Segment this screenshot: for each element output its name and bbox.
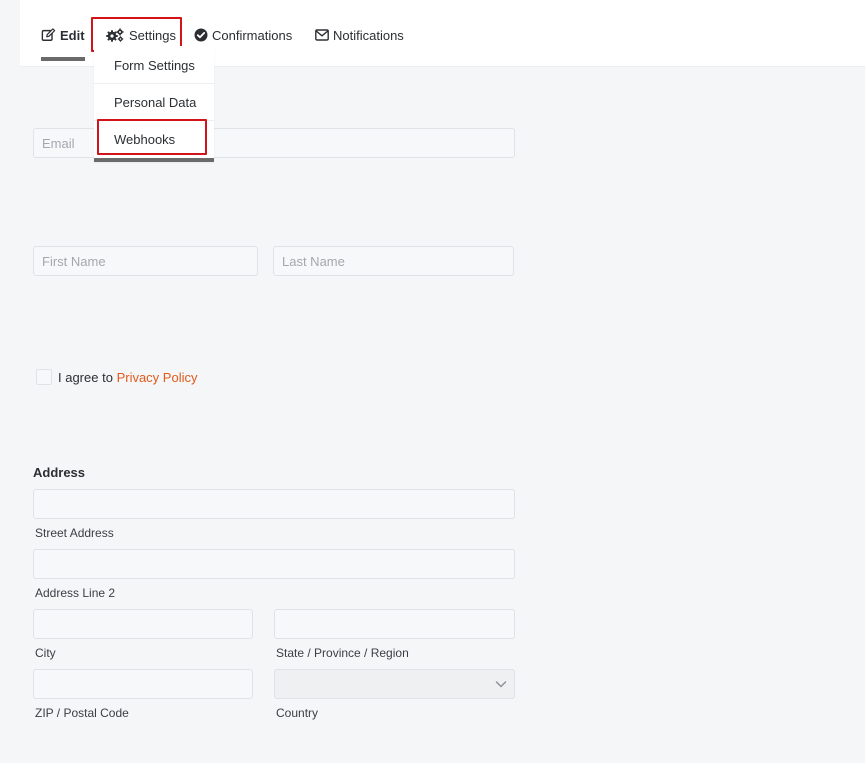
privacy-policy-link[interactable]: Privacy Policy bbox=[117, 370, 198, 385]
privacy-consent-checkbox[interactable] bbox=[36, 369, 52, 385]
envelope-icon bbox=[315, 29, 329, 41]
menu-item-personal-data[interactable]: Personal Data bbox=[94, 84, 214, 121]
menu-item-webhooks-label: Webhooks bbox=[114, 132, 176, 147]
tab-edit[interactable]: Edit bbox=[41, 26, 85, 44]
menu-item-form-settings[interactable]: Form Settings bbox=[94, 47, 214, 84]
menu-item-webhooks[interactable]: Webhooks bbox=[94, 121, 214, 158]
street-address-label: Street Address bbox=[35, 526, 114, 540]
tab-notifications-label: Notifications bbox=[333, 27, 404, 43]
last-name-input[interactable] bbox=[273, 246, 514, 276]
consent-label: I agree to Privacy Policy bbox=[58, 370, 197, 385]
chevron-down-icon bbox=[495, 681, 507, 688]
settings-dropdown-menu: Form Settings Personal Data Webhooks bbox=[94, 46, 214, 162]
tab-settings[interactable]: Settings bbox=[105, 26, 176, 44]
edit-icon bbox=[41, 28, 56, 41]
state-label: State / Province / Region bbox=[276, 646, 409, 660]
address-line2-input[interactable] bbox=[33, 549, 515, 579]
tab-edit-label: Edit bbox=[60, 27, 85, 43]
active-tab-indicator bbox=[41, 57, 85, 61]
first-name-input[interactable] bbox=[33, 246, 258, 276]
menu-item-personal-data-label: Personal Data bbox=[114, 94, 197, 110]
tab-settings-label: Settings bbox=[129, 27, 176, 43]
city-input[interactable] bbox=[33, 609, 253, 639]
city-label: City bbox=[35, 646, 56, 660]
state-input[interactable] bbox=[274, 609, 515, 639]
tab-notifications[interactable]: Notifications bbox=[315, 26, 404, 44]
cogs-icon bbox=[106, 28, 124, 42]
zip-input[interactable] bbox=[33, 669, 253, 699]
address-line2-label: Address Line 2 bbox=[35, 586, 116, 600]
country-select[interactable] bbox=[274, 669, 515, 699]
zip-label: ZIP / Postal Code bbox=[35, 706, 129, 720]
tab-confirmations[interactable]: Confirmations bbox=[194, 26, 292, 44]
menu-item-form-settings-label: Form Settings bbox=[114, 57, 195, 73]
address-section-label: Address bbox=[33, 465, 86, 480]
country-label: Country bbox=[276, 706, 319, 720]
check-circle-icon bbox=[194, 28, 208, 42]
street-address-input[interactable] bbox=[33, 489, 515, 519]
consent-text: I agree to bbox=[58, 370, 113, 385]
tab-confirmations-label: Confirmations bbox=[212, 27, 293, 43]
